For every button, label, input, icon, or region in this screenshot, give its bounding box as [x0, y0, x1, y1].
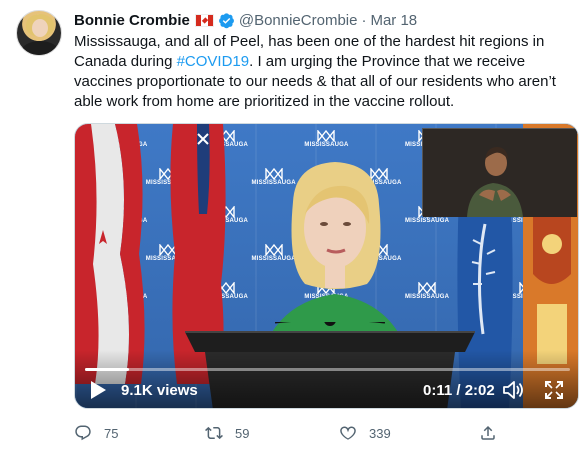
progress-fill [85, 368, 129, 371]
author-name[interactable]: Bonnie Crombie [74, 12, 190, 29]
retweet-icon [205, 426, 223, 440]
separator: · [361, 11, 367, 29]
retweet-count: 59 [235, 425, 250, 441]
video-time: 0:11 / 2:02 [423, 382, 495, 399]
like-count: 339 [369, 425, 391, 441]
tweet-header: Bonnie Crombie @BonnieCrombie · Mar 18 [74, 10, 417, 30]
reply-button[interactable]: 75 [74, 422, 118, 444]
reply-icon [75, 425, 91, 441]
tweet-text: Mississauga, and all of Peel, has been o… [74, 32, 574, 112]
share-button[interactable] [479, 422, 497, 444]
video-controls: 9.1K views 0:11 / 2:02 [75, 350, 578, 408]
avatar[interactable] [16, 10, 62, 56]
hashtag-link[interactable]: #COVID19 [177, 53, 250, 70]
play-icon[interactable] [89, 380, 107, 400]
progress-bar[interactable] [85, 368, 570, 371]
canada-flag-icon [194, 13, 214, 27]
fullscreen-icon[interactable] [545, 381, 563, 399]
author-handle[interactable]: @BonnieCrombie [239, 12, 358, 29]
tweet-actions: 75 59 339 [74, 422, 504, 444]
tweet-card[interactable]: Bonnie Crombie @BonnieCrombie · Mar 18 M… [0, 0, 586, 450]
view-count: 9.1K views [121, 382, 198, 399]
canada-flag [75, 124, 145, 384]
tweet-date[interactable]: Mar 18 [370, 12, 417, 29]
reply-count: 75 [104, 425, 119, 441]
heart-icon [340, 426, 356, 440]
share-icon [481, 425, 495, 440]
interpreter-inset [422, 128, 577, 217]
like-button[interactable]: 339 [339, 422, 391, 444]
retweet-button[interactable]: 59 [205, 422, 249, 444]
verified-badge-icon [218, 12, 235, 29]
video-player[interactable]: MISSISSAUGA MISSISSAUGA MISSISSAUGA MISS… [74, 123, 579, 409]
mississauga-logo: MISSISSAUGA [296, 130, 356, 148]
volume-icon[interactable] [503, 380, 525, 400]
